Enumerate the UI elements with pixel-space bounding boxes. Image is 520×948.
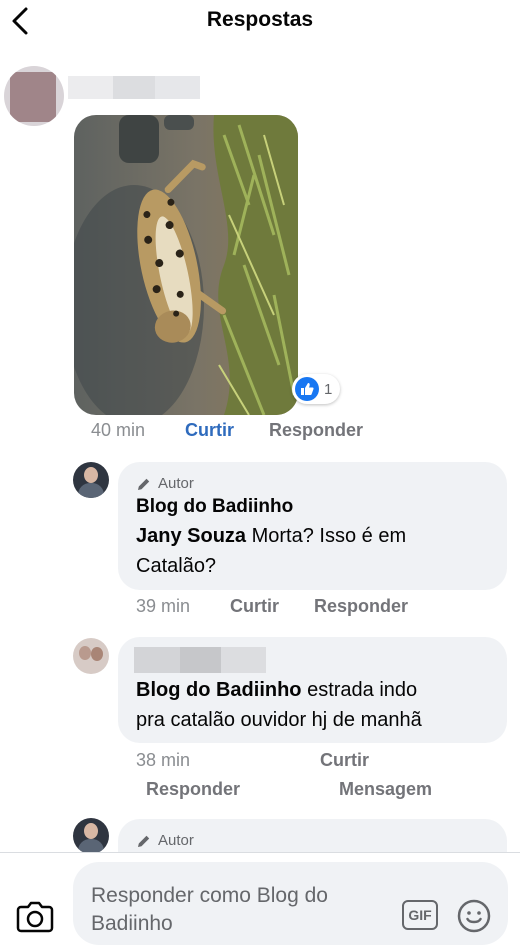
reply-button[interactable]: Responder: [269, 420, 363, 441]
reply-text: Jany Souza Morta? Isso é em Catalão?: [136, 521, 496, 581]
gif-button[interactable]: GIF: [402, 900, 438, 930]
reply-author-name[interactable]: Blog do Badiinho: [136, 496, 293, 518]
header-bar: Respostas: [0, 0, 520, 44]
camera-button[interactable]: [16, 899, 54, 933]
reply-input[interactable]: Responder como Blog do Badiinho GIF: [73, 862, 508, 945]
camera-icon: [16, 901, 54, 933]
reply-time: 38 min: [136, 750, 191, 770]
emoji-button[interactable]: [457, 899, 491, 933]
thumbs-up-icon: [295, 377, 319, 401]
smiley-icon: [457, 899, 491, 933]
pencil-icon: [138, 478, 150, 490]
reply-input-placeholder: Responder como Blog do Badiinho: [91, 884, 328, 935]
reply-text-line1: estrada indo: [301, 679, 418, 701]
reply-composer: Responder como Blog do Badiinho GIF: [0, 853, 520, 948]
reply-text-line1: Morta? Isso é em: [246, 525, 407, 547]
pencil-icon: [138, 835, 150, 847]
author-badge: Autor: [136, 475, 194, 492]
reaction-count-value: 1: [324, 380, 333, 398]
reply-button[interactable]: Responder: [314, 596, 408, 617]
author-badge-label: Autor: [158, 832, 194, 849]
like-button[interactable]: Curtir: [185, 420, 234, 441]
reply-text: Blog do Badiinho estrada indo pra catalã…: [136, 675, 496, 735]
author-badge: Autor: [136, 832, 194, 849]
author-badge-label: Autor: [158, 475, 194, 492]
reply-text-line2: Catalão?: [136, 555, 217, 577]
reply-text-line2: pra catalão ouvidor hj de manhã: [136, 709, 422, 731]
reply-time: 39 min: [136, 596, 191, 616]
comment-photo[interactable]: [74, 115, 298, 415]
like-button[interactable]: Curtir: [230, 596, 279, 617]
mention-link[interactable]: Blog do Badiinho: [136, 679, 302, 701]
page-title: Respostas: [206, 8, 314, 31]
reaction-count[interactable]: 1: [292, 374, 341, 404]
like-button[interactable]: Curtir: [320, 750, 369, 771]
avatar[interactable]: [73, 818, 109, 854]
avatar[interactable]: [4, 66, 64, 126]
commenter-name-redacted: [134, 647, 266, 673]
avatar[interactable]: [73, 462, 109, 498]
message-button[interactable]: Mensagem: [339, 779, 432, 800]
commenter-name-redacted: [68, 76, 200, 99]
avatar[interactable]: [73, 638, 109, 674]
reply-button[interactable]: Responder: [146, 779, 240, 800]
comment-time: 40 min: [91, 420, 146, 440]
mention-link[interactable]: Jany Souza: [136, 525, 246, 547]
